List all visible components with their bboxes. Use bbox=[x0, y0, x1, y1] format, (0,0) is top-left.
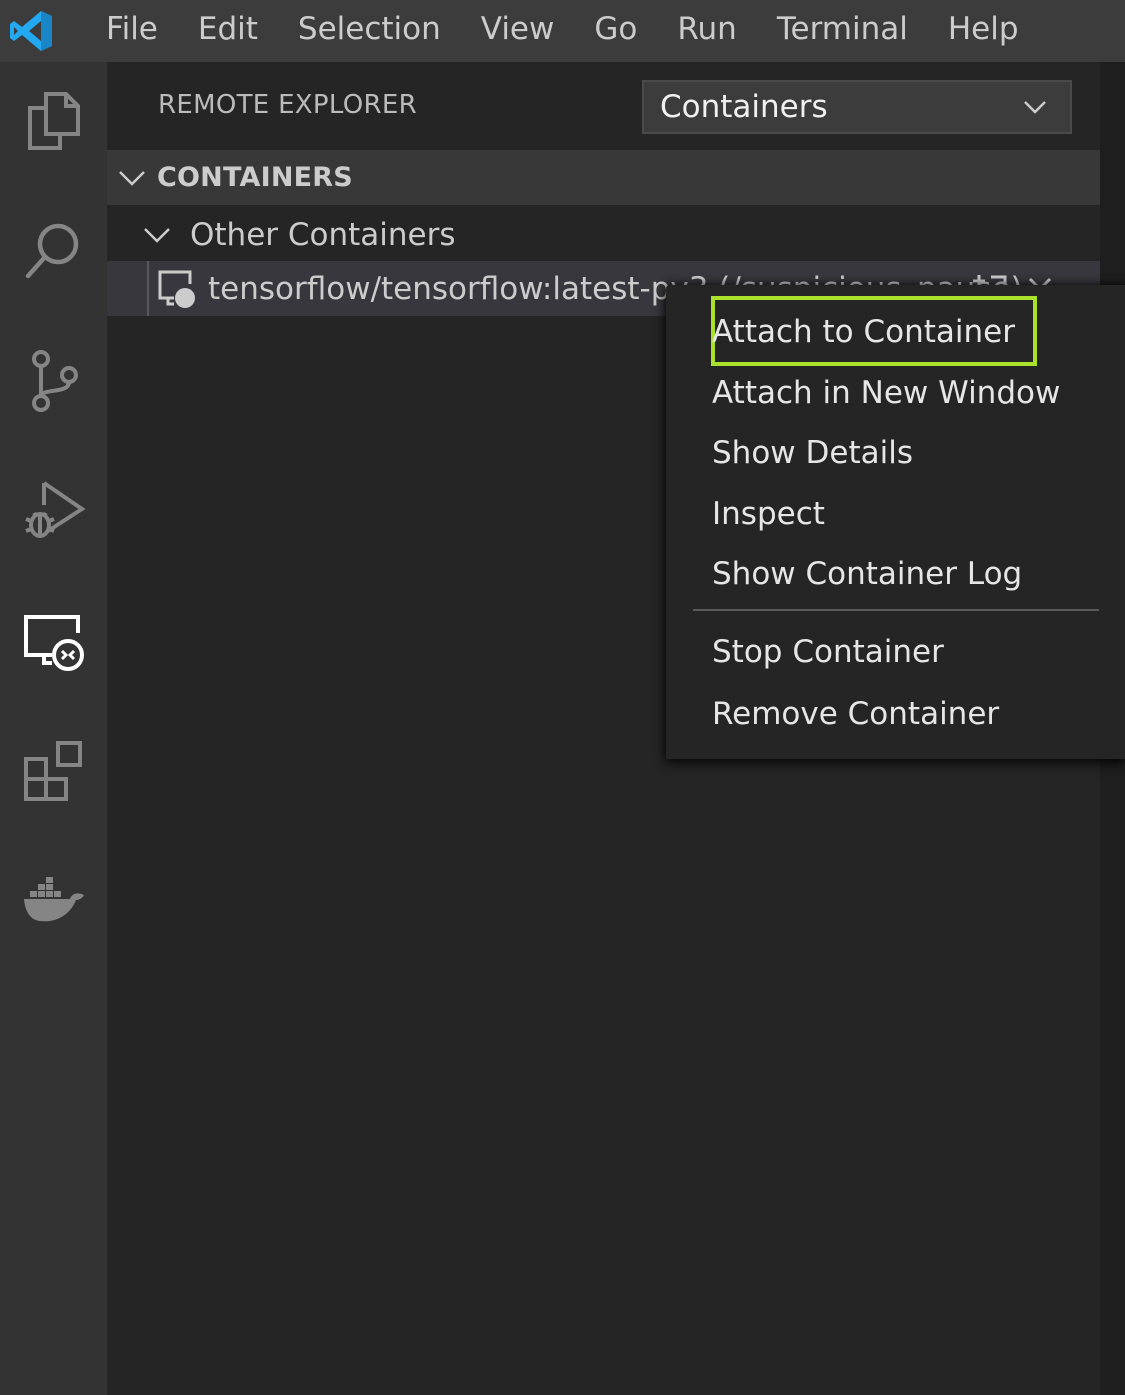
menu-file[interactable]: File bbox=[86, 0, 178, 62]
menu-bar: File Edit Selection View Go Run Terminal… bbox=[0, 0, 1125, 62]
activity-bar bbox=[0, 62, 107, 1395]
chevron-down-icon bbox=[1024, 101, 1046, 114]
dropdown-selected-value: Containers bbox=[660, 89, 828, 125]
menu-help[interactable]: Help bbox=[928, 0, 1039, 62]
source-control-icon[interactable] bbox=[0, 326, 107, 436]
extensions-icon[interactable] bbox=[0, 716, 107, 826]
sidebar-header: REMOTE EXPLORER Containers bbox=[107, 62, 1100, 150]
menu-item-remove-container[interactable]: Remove Container bbox=[712, 684, 999, 744]
chevron-down-icon bbox=[119, 170, 145, 186]
explorer-icon[interactable] bbox=[0, 66, 107, 176]
menu-item-show-details[interactable]: Show Details bbox=[712, 423, 913, 483]
remote-type-dropdown[interactable]: Containers bbox=[642, 80, 1072, 134]
run-debug-icon[interactable] bbox=[0, 456, 107, 566]
section-title: CONTAINERS bbox=[157, 162, 353, 193]
sidebar-title: REMOTE EXPLORER bbox=[158, 90, 417, 120]
menu-item-inspect[interactable]: Inspect bbox=[712, 484, 825, 544]
menu-terminal[interactable]: Terminal bbox=[757, 0, 928, 62]
menu-view[interactable]: View bbox=[461, 0, 575, 62]
menu-go[interactable]: Go bbox=[574, 0, 657, 62]
tree-group-other-containers[interactable]: Other Containers bbox=[107, 207, 1100, 262]
tree-group-label: Other Containers bbox=[190, 216, 456, 253]
menu-edit[interactable]: Edit bbox=[178, 0, 278, 62]
containers-section-header[interactable]: CONTAINERS bbox=[107, 150, 1100, 205]
vscode-logo-icon[interactable] bbox=[0, 0, 86, 62]
menu-item-attach-in-new-window[interactable]: Attach in New Window bbox=[712, 363, 1060, 423]
container-context-menu: Attach to Container Attach in New Window… bbox=[666, 285, 1125, 759]
menu-item-stop-container[interactable]: Stop Container bbox=[712, 622, 944, 682]
menu-item-show-container-log[interactable]: Show Container Log bbox=[712, 544, 1022, 604]
menu-selection[interactable]: Selection bbox=[278, 0, 461, 62]
menu-item-attach-to-container[interactable]: Attach to Container bbox=[712, 302, 1015, 362]
remote-explorer-icon[interactable] bbox=[0, 586, 107, 696]
chevron-down-icon bbox=[144, 227, 170, 243]
container-icon bbox=[158, 270, 195, 308]
menu-separator bbox=[693, 609, 1099, 611]
docker-icon[interactable] bbox=[0, 846, 107, 956]
indent-guide bbox=[147, 261, 149, 316]
search-icon[interactable] bbox=[0, 196, 107, 306]
menu-run[interactable]: Run bbox=[657, 0, 756, 62]
